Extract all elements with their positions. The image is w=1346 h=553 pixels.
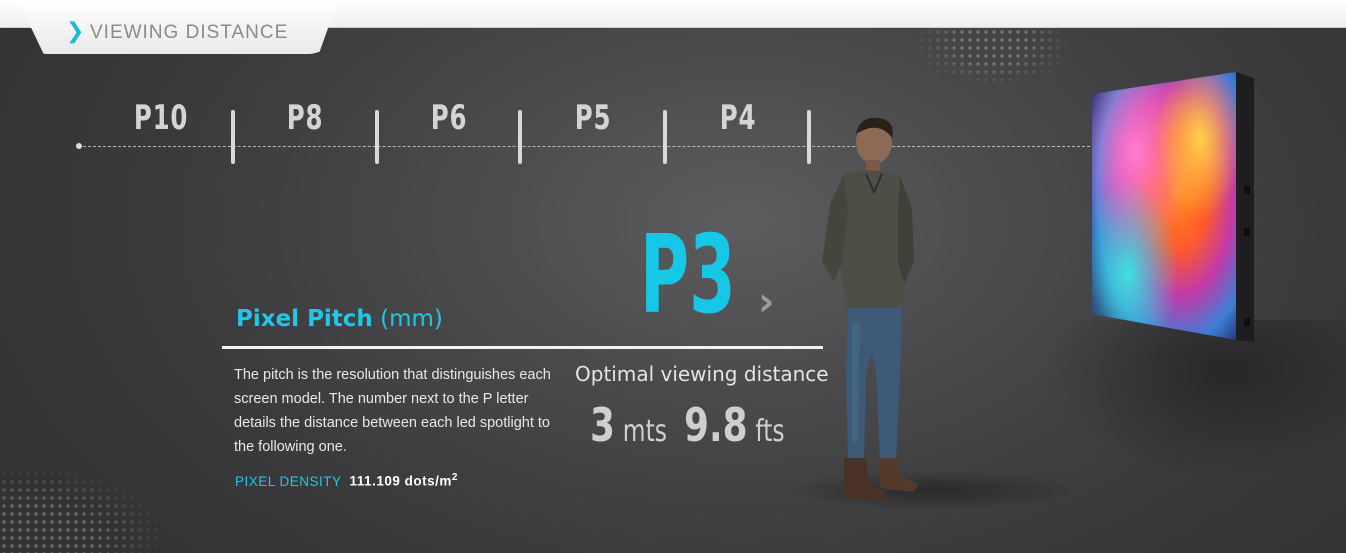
pixel-pitch-heading: Pixel Pitch (mm) [236,306,443,332]
scale-tick [375,110,379,164]
distance-meters-unit: mts [622,414,667,449]
section-title: VIEWING DISTANCE [90,22,289,43]
pixel-pitch-unit: (mm) [380,306,443,332]
scale-label-p8[interactable]: P8 [273,98,338,138]
distance-feet-value: 9.8 [684,398,748,452]
pixel-pitch-heading-text: Pixel Pitch [236,306,373,332]
scale-tick [518,110,522,164]
scale-origin-dot [76,143,82,149]
pixel-density: PIXEL DENSITY 111.109 dots/m2 [235,472,458,489]
dot-pattern-decoration [0,470,160,553]
chevron-right-icon[interactable]: › [758,282,774,322]
distance-feet: 9.8 fts [684,398,785,452]
led-screen-image [1092,72,1254,342]
scale-tick [231,110,235,164]
scale-label-p10[interactable]: P10 [129,98,194,138]
pixel-pitch-description: The pitch is the resolution that disting… [234,367,551,455]
selected-model-label: P3 [640,213,736,338]
pixel-density-exponent: 2 [451,472,458,483]
pixel-density-value: 111.109 dots/m [349,473,452,489]
scale-label-p5[interactable]: P5 [561,98,626,138]
distance-feet-unit: fts [755,414,785,449]
scale-tick [663,110,667,164]
pixel-density-label: PIXEL DENSITY [235,473,342,489]
scale-label-p4[interactable]: P4 [706,98,771,138]
distance-meters: 3 mts [590,398,667,452]
scale-label-p6[interactable]: P6 [417,98,482,138]
distance-meters-value: 3 [590,398,615,452]
divider [222,346,823,349]
chevron-right-icon: ❯ [66,19,85,44]
standing-man-image [822,117,918,500]
dot-pattern-decoration [918,28,1068,84]
optimal-distance-label: Optimal viewing distance [575,362,829,386]
